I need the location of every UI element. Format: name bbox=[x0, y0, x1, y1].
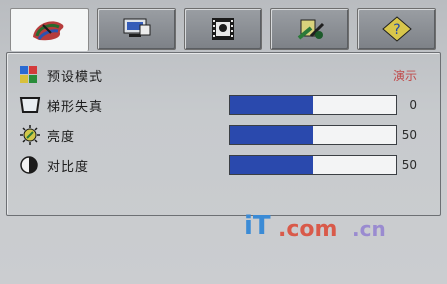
film-strip-icon bbox=[211, 18, 234, 40]
osd-menu-panel: 预设模式 演示 梯形失真 0 亮度 50 对比度 50 bbox=[6, 52, 441, 216]
svg-text:.com: .com bbox=[278, 217, 337, 242]
contrast-label: 对比度 bbox=[47, 159, 90, 175]
contrast-icon bbox=[19, 153, 47, 177]
keystone-label: 梯形失真 bbox=[47, 99, 104, 115]
question-diamond-icon: ? bbox=[381, 16, 412, 42]
keystone-value: 0 bbox=[409, 98, 417, 112]
tab-help[interactable]: ? bbox=[357, 8, 436, 50]
tab-picture[interactable] bbox=[10, 8, 89, 51]
watermark-logo: iT .com .cn bbox=[242, 206, 402, 246]
sun-icon bbox=[19, 123, 47, 147]
keystone-icon bbox=[19, 93, 47, 117]
menu-row-brightness[interactable]: 亮度 50 bbox=[19, 123, 439, 147]
tab-setup[interactable] bbox=[270, 8, 350, 50]
monitor-settings-icon bbox=[123, 18, 151, 37]
color-palette-icon bbox=[33, 21, 64, 41]
brightness-slider[interactable] bbox=[229, 125, 397, 145]
tools-icon bbox=[297, 19, 324, 40]
tab-video[interactable] bbox=[183, 8, 263, 50]
tab-display[interactable] bbox=[96, 8, 176, 50]
brightness-value: 50 bbox=[401, 128, 417, 142]
osd-tab-bar: ? bbox=[10, 8, 436, 52]
svg-text:iT: iT bbox=[244, 211, 271, 241]
preset-mode-value: 演示 bbox=[392, 68, 417, 83]
brightness-label: 亮度 bbox=[47, 129, 76, 145]
keystone-slider-fill bbox=[230, 96, 313, 114]
keystone-slider[interactable] bbox=[229, 95, 397, 115]
contrast-slider[interactable] bbox=[229, 155, 397, 175]
contrast-slider-fill bbox=[230, 156, 313, 174]
menu-row-contrast[interactable]: 对比度 50 bbox=[19, 153, 439, 177]
svg-text:.cn: .cn bbox=[352, 217, 386, 241]
brightness-slider-fill bbox=[230, 126, 313, 144]
menu-row-preset-mode[interactable]: 预设模式 演示 bbox=[19, 63, 439, 87]
contrast-value: 50 bbox=[401, 158, 417, 172]
preset-mode-label: 预设模式 bbox=[47, 69, 104, 85]
svg-text:?: ? bbox=[393, 22, 400, 38]
osd-screen: ? 预设模式 演示 梯形失真 0 亮度 50 对比度 50 iT .com .c… bbox=[0, 0, 447, 284]
menu-row-keystone[interactable]: 梯形失真 0 bbox=[19, 93, 439, 117]
preset-mode-icon bbox=[19, 63, 47, 87]
